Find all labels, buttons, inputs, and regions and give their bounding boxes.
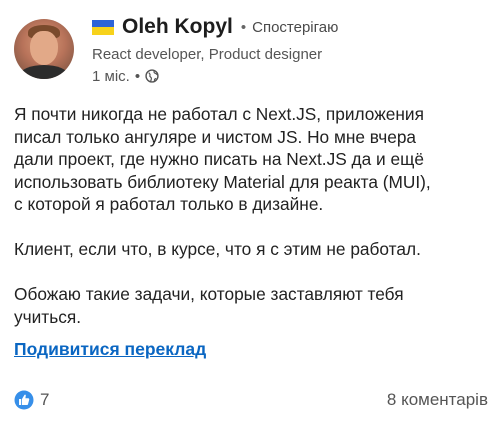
post-line: Обожаю такие задачи, которые заставляют …: [14, 284, 404, 304]
post-line: с которой я работал только в дизайне.: [14, 194, 324, 214]
post-line: писал только ангуляре и чистом JS. Но мн…: [14, 126, 417, 147]
meta-separator: •: [134, 67, 141, 85]
reactions-summary[interactable]: 7: [14, 390, 49, 410]
post-line: учиться.: [14, 306, 82, 327]
comments-count[interactable]: 8 коментарів: [387, 390, 488, 410]
post-line: дали проект, где нужно писать на Next.JS…: [14, 149, 424, 169]
like-icon: [14, 390, 34, 410]
author-headline: React developer, Product designer: [92, 46, 323, 63]
post-meta: 1 міс. •: [92, 67, 159, 85]
see-translation-link[interactable]: Подивитися переклад: [14, 339, 206, 360]
post-body: Я почти никогда не работал с Next.JS, пр…: [14, 103, 490, 351]
author-avatar[interactable]: [14, 19, 74, 79]
post-line: Клиент, если что, в курсе, что я с этим …: [14, 239, 421, 259]
reaction-count: 7: [40, 390, 50, 409]
author-header: Oleh Kopyl • Спостерігаю: [92, 14, 338, 40]
ukraine-flag-icon: [92, 19, 114, 35]
post-line: использовать библиотеку Material для реа…: [14, 171, 431, 192]
separator-dot: •: [240, 18, 247, 36]
post-card: Oleh Kopyl • Спостерігаю React developer…: [0, 0, 500, 429]
post-line: Я почти никогда не работал с Next.JS, пр…: [14, 104, 424, 124]
post-paragraph: Я почти никогда не работал с Next.JS, пр…: [14, 103, 490, 216]
post-time: 1 міс.: [92, 67, 130, 85]
follow-status[interactable]: Спостерігаю: [252, 19, 338, 36]
post-paragraph: Обожаю такие задачи, которые заставляют …: [14, 283, 490, 328]
globe-icon: [145, 69, 159, 83]
author-name[interactable]: Oleh Kopyl: [122, 15, 233, 39]
post-paragraph: Клиент, если что, в курсе, что я с этим …: [14, 238, 490, 261]
